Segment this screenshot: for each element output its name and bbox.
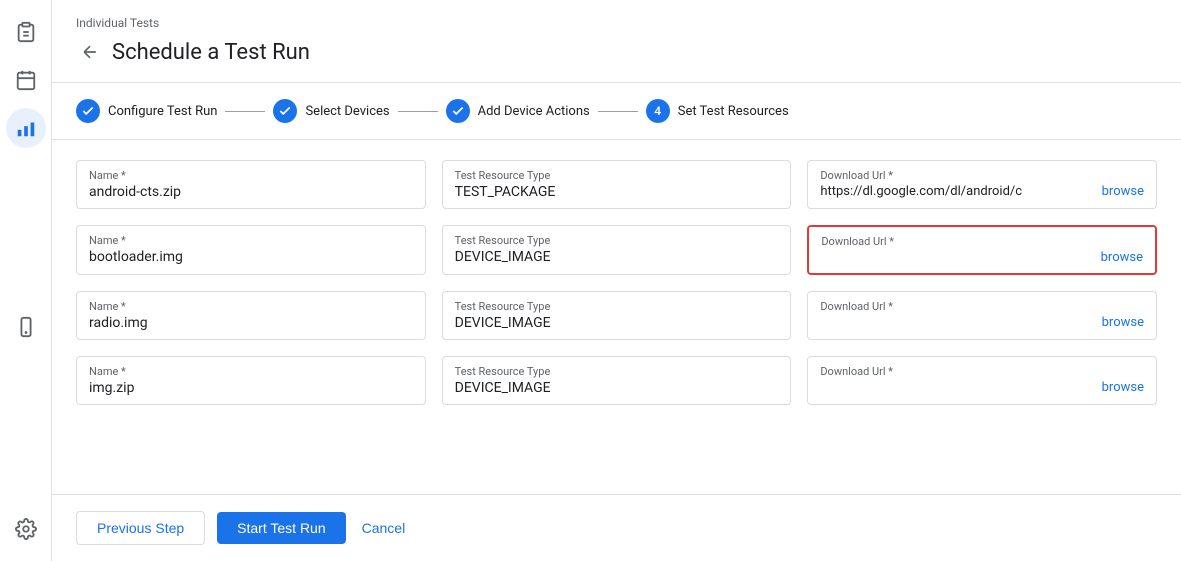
step-circle-select-devices [273, 99, 297, 123]
start-test-run-button[interactable]: Start Test Run [217, 512, 345, 544]
resource-row-4: Name * img.zip Test Resource Type DEVICE… [76, 356, 1157, 405]
resource-3-name-label: Name * [89, 300, 413, 313]
resource-1-url-field: Download Url * https://dl.google.com/dl/… [807, 160, 1157, 209]
resource-4-type-field: Test Resource Type DEVICE_IMAGE [442, 356, 792, 405]
resource-4-type-value[interactable]: DEVICE_IMAGE [455, 380, 779, 396]
resource-4-browse-link[interactable]: browse [1102, 380, 1144, 395]
resource-2-name-value[interactable]: bootloader.img [89, 249, 413, 265]
step-label-select-devices: Select Devices [305, 104, 389, 119]
step-label-add-device-actions: Add Device Actions [478, 104, 590, 119]
resource-2-browse-link[interactable]: browse [1101, 250, 1143, 265]
resource-1-name-label: Name * [89, 169, 413, 182]
sidebar-icon-device[interactable] [6, 307, 46, 347]
step-configure: Configure Test Run [76, 99, 217, 123]
resource-1-url-value[interactable]: https://dl.google.com/dl/android/c [820, 184, 1022, 199]
resource-row-3: Name * radio.img Test Resource Type DEVI… [76, 291, 1157, 340]
resource-1-type-value[interactable]: TEST_PACKAGE [455, 184, 779, 200]
resource-row-2: Name * bootloader.img Test Resource Type… [76, 225, 1157, 275]
step-connector-3 [598, 111, 638, 112]
steps-bar: Configure Test Run Select Devices Add De… [52, 83, 1181, 140]
resource-3-url-label: Download Url * [820, 300, 1144, 313]
resource-1-type-field: Test Resource Type TEST_PACKAGE [442, 160, 792, 209]
page-title: Schedule a Test Run [112, 40, 310, 65]
step-set-test-resources: 4 Set Test Resources [646, 99, 789, 123]
resource-4-url-field: Download Url * browse [807, 356, 1157, 405]
resource-2-type-label: Test Resource Type [455, 234, 779, 247]
sidebar-icon-chart[interactable] [6, 108, 46, 148]
main-panel: Individual Tests Schedule a Test Run Con… [52, 0, 1181, 561]
resource-3-name-value[interactable]: radio.img [89, 315, 413, 331]
resource-4-url-label: Download Url * [820, 365, 1144, 378]
sidebar-icon-settings[interactable] [6, 509, 46, 549]
footer: Previous Step Start Test Run Cancel [52, 494, 1181, 561]
resource-1-browse-link[interactable]: browse [1102, 184, 1144, 199]
cancel-button[interactable]: Cancel [358, 512, 410, 544]
resource-3-url-field: Download Url * browse [807, 291, 1157, 340]
breadcrumb: Individual Tests [76, 16, 1157, 30]
resource-4-name-field: Name * img.zip [76, 356, 426, 405]
resource-2-url-field: Download Url * browse [807, 225, 1157, 275]
content-area: Name * android-cts.zip Test Resource Typ… [52, 140, 1181, 494]
step-circle-configure [76, 99, 100, 123]
resource-4-type-label: Test Resource Type [455, 365, 779, 378]
resource-3-type-value[interactable]: DEVICE_IMAGE [455, 315, 779, 331]
step-connector-1 [225, 111, 265, 112]
resource-1-url-label: Download Url * [820, 169, 1144, 182]
resource-2-name-label: Name * [89, 234, 413, 247]
resource-row-1: Name * android-cts.zip Test Resource Typ… [76, 160, 1157, 209]
resource-2-type-value[interactable]: DEVICE_IMAGE [455, 249, 779, 265]
back-button[interactable] [76, 38, 104, 66]
step-label-set-test-resources: Set Test Resources [678, 104, 789, 119]
step-add-device-actions: Add Device Actions [446, 99, 590, 123]
resource-4-name-label: Name * [89, 365, 413, 378]
resource-1-name-field: Name * android-cts.zip [76, 160, 426, 209]
sidebar-icon-calendar[interactable] [6, 60, 46, 100]
resource-3-name-field: Name * radio.img [76, 291, 426, 340]
previous-step-button[interactable]: Previous Step [76, 511, 205, 545]
step-circle-set-test-resources: 4 [646, 99, 670, 123]
resource-3-type-field: Test Resource Type DEVICE_IMAGE [442, 291, 792, 340]
resource-3-browse-link[interactable]: browse [1102, 315, 1144, 330]
resource-2-url-label: Download Url * [821, 235, 1143, 248]
resource-2-name-field: Name * bootloader.img [76, 225, 426, 275]
resource-3-type-label: Test Resource Type [455, 300, 779, 313]
step-select-devices: Select Devices [273, 99, 389, 123]
step-connector-2 [398, 111, 438, 112]
sidebar-icon-clipboard[interactable] [6, 12, 46, 52]
step-circle-add-device-actions [446, 99, 470, 123]
resource-1-type-label: Test Resource Type [455, 169, 779, 182]
resource-4-name-value[interactable]: img.zip [89, 380, 413, 396]
page-header: Individual Tests Schedule a Test Run [52, 0, 1181, 83]
step-label-configure: Configure Test Run [108, 104, 217, 119]
sidebar [0, 0, 52, 561]
resource-2-type-field: Test Resource Type DEVICE_IMAGE [442, 225, 792, 275]
resource-1-name-value[interactable]: android-cts.zip [89, 184, 413, 200]
